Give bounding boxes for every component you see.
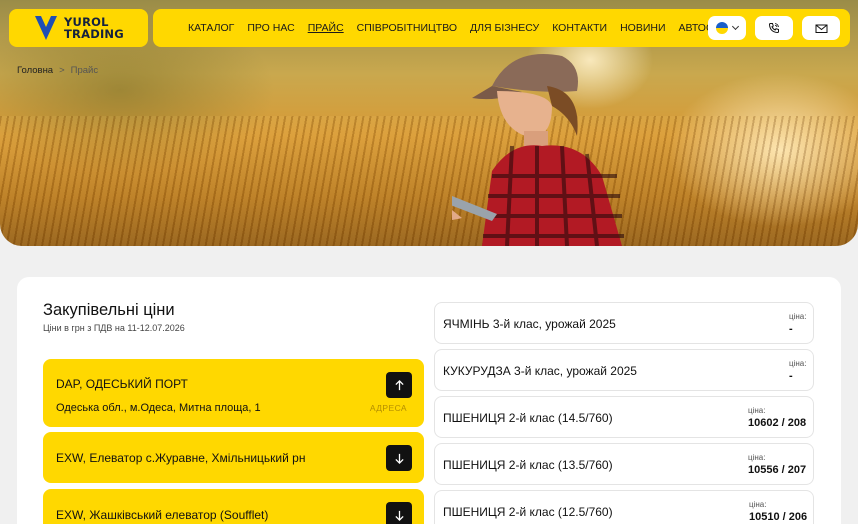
address-label[interactable]: АДРЕСА [370,403,407,413]
price-value: 10602 / 208 [748,417,807,429]
wheat-field [0,116,858,246]
expand-button[interactable] [386,445,412,471]
price-row: ПШЕНИЦЯ 2-й клас (12.5/760) ціна: 10510 … [434,490,814,524]
product-name: ПШЕНИЦЯ 2-й клас (12.5/760) [443,505,613,519]
logo[interactable]: YUROL TRADING [9,9,148,47]
price-row: ЯЧМІНЬ 3-й клас, урожай 2025 ціна: - [434,302,814,344]
nav-item-0[interactable]: КАТАЛОГ [188,22,234,34]
farmer-image [452,54,624,246]
price-row: КУКУРУДЗА 3-й клас, урожай 2025 ціна: - [434,349,814,391]
price-label: ціна: [748,406,766,415]
product-name: ПШЕНИЦЯ 2-й клас (13.5/760) [443,458,613,472]
nav-item-2[interactable]: ПРАЙС [308,22,344,34]
nav-item-5[interactable]: КОНТАКТИ [552,22,607,34]
page-title: Закупівельні ціни [43,301,175,319]
location-address: Одеська обл., м.Одеса, Митна площа, 1 [56,402,261,414]
price-label: ціна: [748,453,766,462]
breadcrumb-separator: > [59,65,65,76]
collapse-button[interactable] [386,372,412,398]
nav-item-6[interactable]: НОВИНИ [620,22,665,34]
price-row: ПШЕНИЦЯ 2-й клас (13.5/760) ціна: 10556 … [434,443,814,485]
nav-items: КАТАЛОГ ПРО НАС ПРАЙС СПІВРОБІТНИЦТВО ДЛЯ БІ… [188,9,758,47]
product-name: ПШЕНИЦЯ 2-й клас (14.5/760) [443,411,613,425]
page-subtitle: Ціни в грн з ПДВ на 11-12.07.2026 [43,323,185,333]
location-item-odesa-port[interactable]: DAP, ОДЕСЬКИЙ ПОРТ Одеська обл., м.Одеса… [43,359,424,427]
location-name: EXW, Жашківський елеватор (Soufflet) [56,508,269,522]
ukraine-flag-icon [716,22,728,34]
product-name: ЯЧМІНЬ 3-й клас, урожай 2025 [443,317,616,331]
mail-button[interactable] [802,16,840,40]
breadcrumb: Головна > Прайс [17,65,98,76]
nav-item-1[interactable]: ПРО НАС [247,22,294,34]
location-item-zhuravne[interactable]: EXW, Елеватор с.Журавне, Хмільницький рн [43,432,424,483]
phone-button[interactable] [755,16,793,40]
price-value: 10556 / 207 [748,464,807,476]
arrow-down-icon [394,510,404,521]
language-switcher[interactable] [708,16,746,40]
price-value: - [789,323,793,335]
arrow-down-icon [394,453,404,464]
price-value: - [789,370,793,382]
breadcrumb-home[interactable]: Головна [17,65,53,76]
price-label: ціна: [789,312,807,321]
chevron-down-icon [731,22,740,31]
price-row: ПШЕНИЦЯ 2-й клас (14.5/760) ціна: 10602 … [434,396,814,438]
nav-item-4[interactable]: ДЛЯ БІЗНЕСУ [470,22,539,34]
location-name: DAP, ОДЕСЬКИЙ ПОРТ [56,377,188,391]
logo-text: YUROL TRADING [64,15,124,41]
arrow-up-icon [394,379,404,390]
expand-button[interactable] [386,502,412,524]
product-name: КУКУРУДЗА 3-й клас, урожай 2025 [443,364,637,378]
location-name: EXW, Елеватор с.Журавне, Хмільницький рн [56,451,306,465]
location-item-zhashkiv[interactable]: EXW, Жашківський елеватор (Soufflet) [43,489,424,524]
phone-icon [768,23,779,34]
price-value: 10510 / 206 [749,511,808,523]
breadcrumb-current: Прайс [70,65,99,76]
price-label: ціна: [789,359,807,368]
logo-triangle-icon [35,16,57,40]
nav-item-3[interactable]: СПІВРОБІТНИЦТВО [357,22,457,34]
price-label: ціна: [749,500,767,509]
mail-icon [815,24,827,33]
